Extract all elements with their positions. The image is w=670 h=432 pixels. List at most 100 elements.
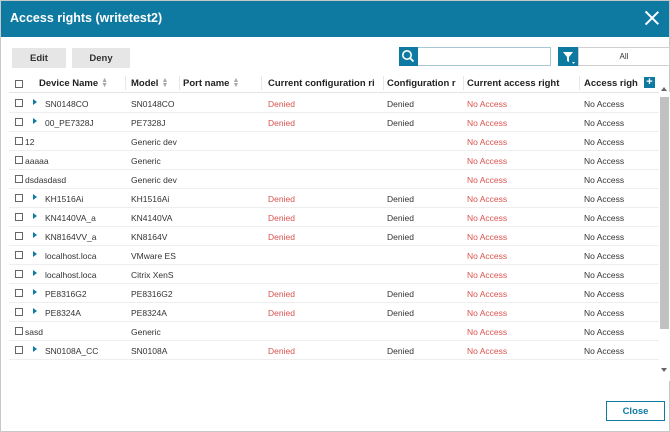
model-cell: Generic dev (131, 137, 177, 147)
config-right-cell: Denied (387, 289, 414, 299)
row-checkbox[interactable] (15, 232, 23, 240)
config-right-cell: Denied (387, 118, 414, 128)
filter-icon (563, 52, 575, 64)
access-right-cell: No Access (584, 194, 625, 204)
access-right-cell: No Access (584, 289, 625, 299)
model-cell: SN0148CO (131, 99, 175, 109)
row-checkbox[interactable] (15, 251, 23, 259)
row-checkbox[interactable] (15, 289, 23, 297)
model-cell: PE7328J (131, 118, 166, 128)
model-cell: PE8324A (131, 308, 167, 318)
current-access-right-cell: No Access (467, 232, 508, 242)
model-cell: Generic (131, 156, 161, 166)
model-cell: Generic dev (131, 175, 177, 185)
expand-caret-icon[interactable] (33, 213, 37, 219)
device-name-cell: aaaaa (25, 156, 49, 166)
config-right-cell: Denied (387, 194, 414, 204)
column-separator (179, 76, 180, 90)
expand-caret-icon[interactable] (33, 308, 37, 314)
table-row[interactable]: localhost.loca Citrix XenS No Access No Acc… (9, 265, 659, 284)
column-separator (383, 76, 384, 90)
access-right-cell: No Access (584, 346, 625, 356)
current-access-right-cell: No Access (467, 308, 508, 318)
current-config-right-cell: Denied (268, 232, 295, 242)
table-row[interactable]: aaaaa Generic No Access No Access (9, 151, 659, 170)
edit-button[interactable]: Edit (12, 48, 66, 68)
table-row[interactable]: 00_PE7328J PE7328J Denied Denied No Access No… (9, 113, 659, 132)
deny-button[interactable]: Deny (72, 48, 130, 68)
model-cell: KN8164V (131, 232, 168, 242)
device-name-cell: sasd (25, 327, 43, 337)
row-checkbox[interactable] (15, 194, 23, 202)
access-right-cell: No Access (584, 156, 625, 166)
device-name-cell: localhost.loca (45, 270, 97, 280)
table-row[interactable]: SN0148CO SN0148CO Denied Denied No Access No … (9, 94, 659, 113)
table-row[interactable]: localhost.loca VMware ES No Access No Acces… (9, 246, 659, 265)
select-all-checkbox[interactable] (15, 80, 23, 88)
current-config-right-cell: Denied (268, 308, 295, 318)
search-input[interactable] (418, 47, 551, 66)
expand-caret-icon[interactable] (33, 289, 37, 295)
column-header-current-config-right[interactable]: Current configuration ri (268, 78, 383, 89)
expand-caret-icon[interactable] (33, 118, 37, 124)
table-row[interactable]: PE8316G2 PE8316G2 Denied Denied No Access No … (9, 284, 659, 303)
expand-caret-icon[interactable] (33, 346, 37, 352)
row-checkbox[interactable] (15, 308, 23, 316)
table-row[interactable]: dsdasdasd Generic dev No Access No Access (9, 170, 659, 189)
current-access-right-cell: No Access (467, 137, 508, 147)
row-checkbox[interactable] (15, 346, 23, 354)
expand-caret-icon[interactable] (33, 270, 37, 276)
scroll-thumb[interactable] (660, 97, 669, 329)
close-icon[interactable] (643, 9, 661, 27)
scroll-up-icon[interactable] (661, 87, 667, 91)
current-access-right-cell: No Access (467, 118, 508, 128)
current-config-right-cell: Denied (268, 346, 295, 356)
scroll-down-icon[interactable] (661, 368, 667, 372)
table-row[interactable]: PE8324A PE8324A Denied Denied No Access No Ac… (9, 303, 659, 322)
current-config-right-cell: Denied (268, 194, 295, 204)
expand-caret-icon[interactable] (33, 251, 37, 257)
table-row[interactable]: KH1516Ai KH1516Ai Denied Denied No Access No … (9, 189, 659, 208)
column-header-model[interactable]: Model ▲ ▼ (131, 78, 181, 89)
column-header-port-name[interactable]: Port name ▲ ▼ (183, 78, 263, 89)
access-right-cell: No Access (584, 251, 625, 261)
access-right-cell: No Access (584, 270, 625, 280)
row-checkbox[interactable] (15, 270, 23, 278)
row-checkbox[interactable] (15, 156, 23, 164)
add-column-icon[interactable]: + (644, 77, 655, 88)
row-checkbox[interactable] (15, 137, 23, 145)
column-header-config-right[interactable]: Configuration r (387, 78, 462, 89)
column-header-current-access-right[interactable]: Current access right (467, 78, 579, 89)
expand-caret-icon[interactable] (33, 194, 37, 200)
table-row[interactable]: SN0108A_CC SN0108A Denied Denied No Access No… (9, 341, 659, 360)
filter-select[interactable]: All (578, 47, 670, 66)
row-checkbox[interactable] (15, 327, 23, 335)
search-button[interactable] (399, 47, 418, 66)
access-right-cell: No Access (584, 137, 625, 147)
column-header-access-right[interactable]: Access righ (584, 78, 644, 89)
model-cell: Citrix XenS (131, 270, 174, 280)
current-access-right-cell: No Access (467, 194, 508, 204)
close-button[interactable]: Close (606, 401, 665, 421)
row-checkbox[interactable] (15, 99, 23, 107)
device-name-cell: PE8324A (45, 308, 81, 318)
device-name-cell: SN0108A_CC (45, 346, 99, 356)
filter-button[interactable] (558, 47, 578, 66)
row-checkbox[interactable] (15, 213, 23, 221)
search-icon (402, 50, 415, 63)
table-row[interactable]: sasd Generic No Access No Access (9, 322, 659, 341)
current-config-right-cell: Denied (268, 289, 295, 299)
sort-icon: ▲ ▼ (161, 78, 169, 89)
expand-caret-icon[interactable] (33, 99, 37, 105)
column-separator (261, 76, 262, 90)
column-header-device-name[interactable]: Device Name ▲ ▼ (39, 78, 131, 89)
row-checkbox[interactable] (15, 118, 23, 126)
expand-caret-icon[interactable] (33, 232, 37, 238)
table-row[interactable]: 12 Generic dev No Access No Access (9, 132, 659, 151)
table-row[interactable]: KN4140VA_a KN4140VA Denied Denied No Access N… (9, 208, 659, 227)
vertical-scrollbar[interactable] (659, 87, 670, 381)
access-rights-dialog: Access rights (writetest2) Edit Deny All… (0, 0, 670, 432)
current-access-right-cell: No Access (467, 346, 508, 356)
table-row[interactable]: KN8164VV_a KN8164V Denied Denied No Access No… (9, 227, 659, 246)
row-checkbox[interactable] (15, 175, 23, 183)
